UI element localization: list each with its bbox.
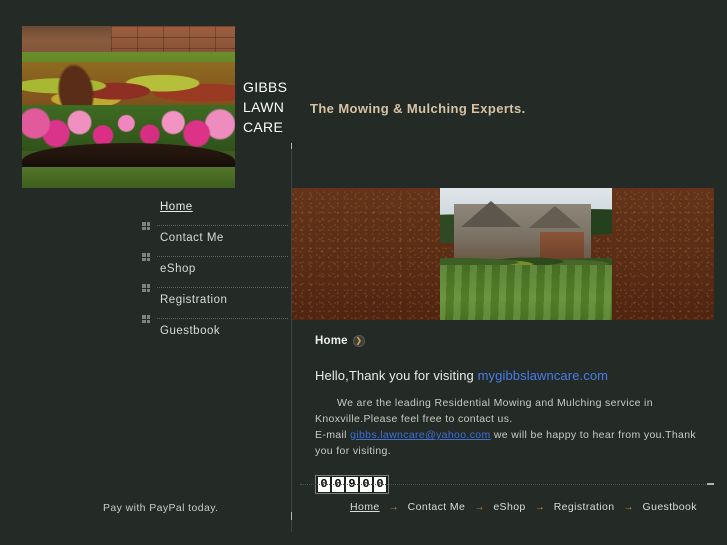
flower-bed-photo: [22, 26, 235, 188]
site-header: GIBBS LAWN CARE The Mowing & Mulching Ex…: [0, 0, 727, 188]
sidebar-item-label[interactable]: Home: [160, 201, 193, 213]
sidebar-item-contact-me[interactable]: Contact Me: [142, 226, 288, 261]
sidebar-item-home[interactable]: Home: [142, 195, 288, 230]
house-lawn-photo: [440, 188, 612, 320]
breadcrumb: Home ❯: [315, 333, 715, 349]
sidebar-item-label[interactable]: Contact Me: [160, 232, 224, 244]
logo-line-2: LAWN: [243, 99, 285, 115]
logo-line-3: CARE: [243, 119, 284, 135]
sidebar-item-label[interactable]: eShop: [160, 263, 196, 275]
paypal-notice: Pay with PayPal today.: [103, 502, 219, 514]
sidebar-item-registration[interactable]: Registration: [142, 288, 288, 323]
contact-email-link[interactable]: gibbs.lawncare@yahoo.com: [350, 429, 490, 441]
breadcrumb-home-link[interactable]: Home: [315, 335, 348, 347]
arrow-right-icon: →: [534, 501, 545, 513]
arrow-right-icon: →: [474, 501, 485, 513]
arrow-right-icon: →: [623, 501, 634, 513]
banner-striped-lawn-layer: [440, 264, 612, 320]
email-label: E-mail: [315, 429, 351, 441]
footer-item-home[interactable]: Home: [350, 501, 380, 513]
intro-sentence-1: We are the leading Residential Mowing an…: [315, 397, 653, 425]
logo-line-1: GIBBS: [243, 79, 288, 95]
arrow-right-icon: →: [388, 501, 399, 513]
footer-divider: [300, 484, 710, 485]
hero-banner: [292, 188, 714, 320]
footer-item-guestbook[interactable]: Guestbook: [643, 501, 697, 513]
footer-nav: Home → Contact Me → eShop → Registration…: [350, 501, 697, 513]
site-domain-link[interactable]: mygibbslawncare.com: [478, 368, 609, 383]
intro-paragraph: We are the leading Residential Mowing an…: [315, 395, 713, 459]
chevron-right-icon: ❯: [352, 335, 365, 347]
sidebar-item-label[interactable]: Guestbook: [160, 325, 220, 337]
footer-item-eshop[interactable]: eShop: [493, 501, 525, 513]
main-content: Home ❯ Hello,Thank you for visiting mygi…: [315, 333, 715, 494]
footer-item-contact-me[interactable]: Contact Me: [408, 501, 466, 513]
column-divider-top-cap: [291, 143, 292, 149]
sidebar-nav: Home Contact Me eShop Registration Guest…: [142, 195, 288, 350]
greeting-heading: Hello,Thank you for visiting mygibbslawn…: [315, 368, 715, 383]
sidebar-item-label[interactable]: Registration: [160, 294, 227, 306]
banner-roof-right: [529, 206, 582, 229]
site-logo-text: GIBBS LAWN CARE: [243, 77, 293, 137]
greeting-text: Hello,Thank you for visiting: [315, 368, 478, 383]
sidebar-item-guestbook[interactable]: Guestbook: [142, 319, 288, 350]
site-tagline: The Mowing & Mulching Experts.: [310, 101, 526, 116]
column-divider-bottom-cap: [291, 512, 292, 520]
footer-divider-cap: [707, 483, 714, 485]
sidebar-item-eshop[interactable]: eShop: [142, 257, 288, 292]
photo-front-lawn-layer: [22, 166, 235, 188]
footer-item-registration[interactable]: Registration: [554, 501, 615, 513]
banner-roof-left: [460, 201, 521, 228]
